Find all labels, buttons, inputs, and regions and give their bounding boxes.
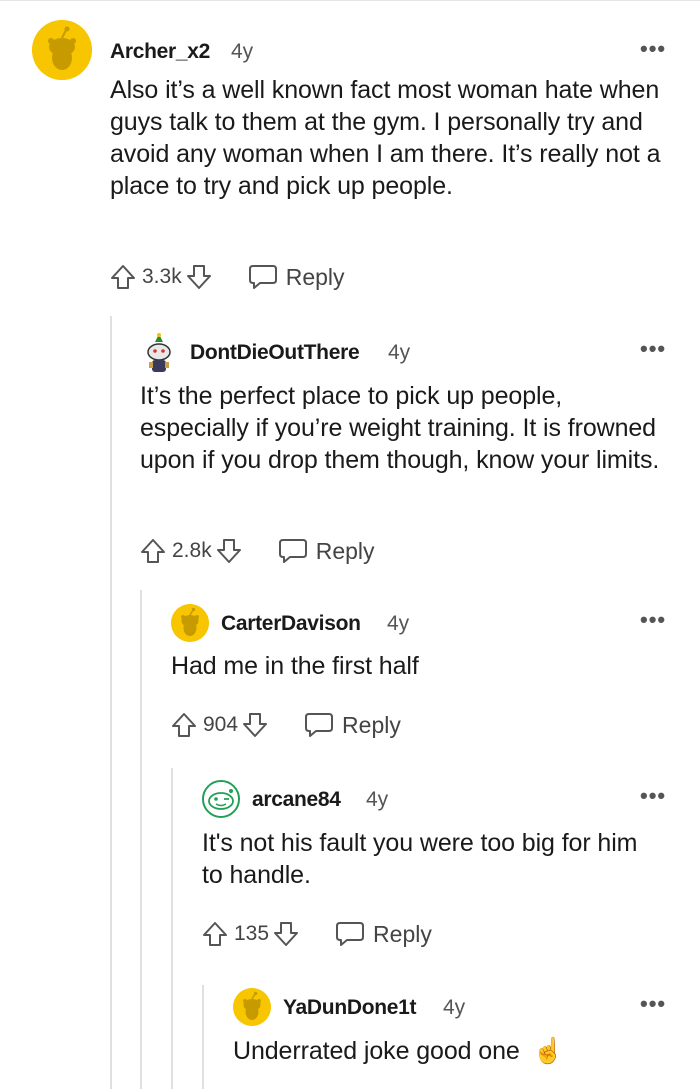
- timestamp: 4y: [388, 341, 411, 364]
- snoo-costume-avatar-icon: [147, 333, 171, 372]
- snoo-avatar-icon: [233, 988, 271, 1026]
- username[interactable]: DontDieOutThere: [190, 341, 360, 365]
- downvote-icon[interactable]: [186, 263, 212, 291]
- username[interactable]: Archer_x2: [110, 40, 210, 64]
- vote-score: 2.8k: [172, 539, 212, 562]
- more-options-icon[interactable]: •••: [640, 609, 666, 631]
- comment-actions: 135 Reply: [202, 917, 432, 951]
- pointing-up-emoji: ☝: [532, 1037, 564, 1065]
- comment-dontdieoutthere: DontDieOutThere 4y ••• It’s the perfect …: [0, 316, 700, 586]
- comment-archer: Archer_x2 4y ••• Also it’s a well known …: [0, 0, 700, 310]
- reply-label: Reply: [342, 711, 401, 738]
- comment-yadundone1t: YaDunDone1t 4y ••• Underrated joke good …: [0, 985, 700, 1089]
- avatar[interactable]: [32, 20, 92, 80]
- comment-text: Underrated joke good one: [233, 1037, 520, 1065]
- upvote-icon[interactable]: [110, 263, 136, 291]
- reply-button[interactable]: Reply: [335, 920, 432, 948]
- comment-bubble-icon: [278, 539, 307, 563]
- comment-carterdavison: CarterDavison 4y ••• Had me in the first…: [0, 590, 700, 765]
- comment-body: It’s the perfect place to pick up people…: [140, 382, 660, 474]
- snoo-avatar-icon: [32, 20, 92, 80]
- comment-bubble-icon: [336, 922, 365, 946]
- avatar[interactable]: [140, 332, 178, 376]
- upvote-icon[interactable]: [140, 537, 166, 565]
- more-options-icon[interactable]: •••: [640, 338, 666, 360]
- comment-actions: 904 Reply: [171, 708, 401, 742]
- comment-actions: 3.3k Reply: [110, 260, 345, 294]
- timestamp: 4y: [231, 40, 254, 63]
- upvote-icon[interactable]: [171, 711, 197, 739]
- more-options-icon[interactable]: •••: [640, 993, 666, 1015]
- avatar[interactable]: [171, 604, 209, 642]
- downvote-icon[interactable]: [273, 920, 299, 948]
- username[interactable]: CarterDavison: [221, 612, 361, 636]
- avatar[interactable]: [202, 780, 240, 818]
- downvote-icon[interactable]: [242, 711, 268, 739]
- timestamp: 4y: [387, 612, 410, 635]
- comment-actions: 2.8k Reply: [140, 534, 375, 568]
- reply-button[interactable]: Reply: [304, 711, 401, 739]
- username[interactable]: YaDunDone1t: [283, 996, 417, 1020]
- reply-label: Reply: [285, 263, 345, 290]
- comment-bubble-icon: [305, 713, 334, 737]
- comment-body: Had me in the first half: [171, 652, 419, 680]
- comment-body: Underrated joke good one ☝: [233, 1035, 663, 1067]
- reply-label: Reply: [373, 920, 432, 947]
- vote-score: 3.3k: [142, 265, 182, 288]
- more-options-icon[interactable]: •••: [640, 38, 666, 60]
- reply-label: Reply: [315, 537, 375, 564]
- reply-button[interactable]: Reply: [278, 537, 375, 565]
- vote-score: 135: [234, 922, 270, 945]
- username[interactable]: arcane84: [252, 788, 341, 812]
- comment-body: Also it’s a well known fact most woman h…: [110, 76, 661, 200]
- more-options-icon[interactable]: •••: [640, 785, 666, 807]
- vote-score: 904: [203, 713, 239, 736]
- downvote-icon[interactable]: [216, 537, 242, 565]
- comment-arcane84: arcane84 4y ••• It's not his fault you w…: [0, 768, 700, 980]
- avatar[interactable]: [233, 988, 271, 1026]
- upvote-icon[interactable]: [202, 920, 228, 948]
- timestamp: 4y: [366, 788, 389, 811]
- snoo-winking-avatar-icon: [204, 782, 238, 816]
- timestamp: 4y: [443, 996, 466, 1019]
- comment-body: It's not his fault you were too big for …: [202, 829, 638, 889]
- comment-bubble-icon: [248, 265, 277, 289]
- reply-button[interactable]: Reply: [248, 263, 345, 291]
- snoo-avatar-icon: [171, 604, 209, 642]
